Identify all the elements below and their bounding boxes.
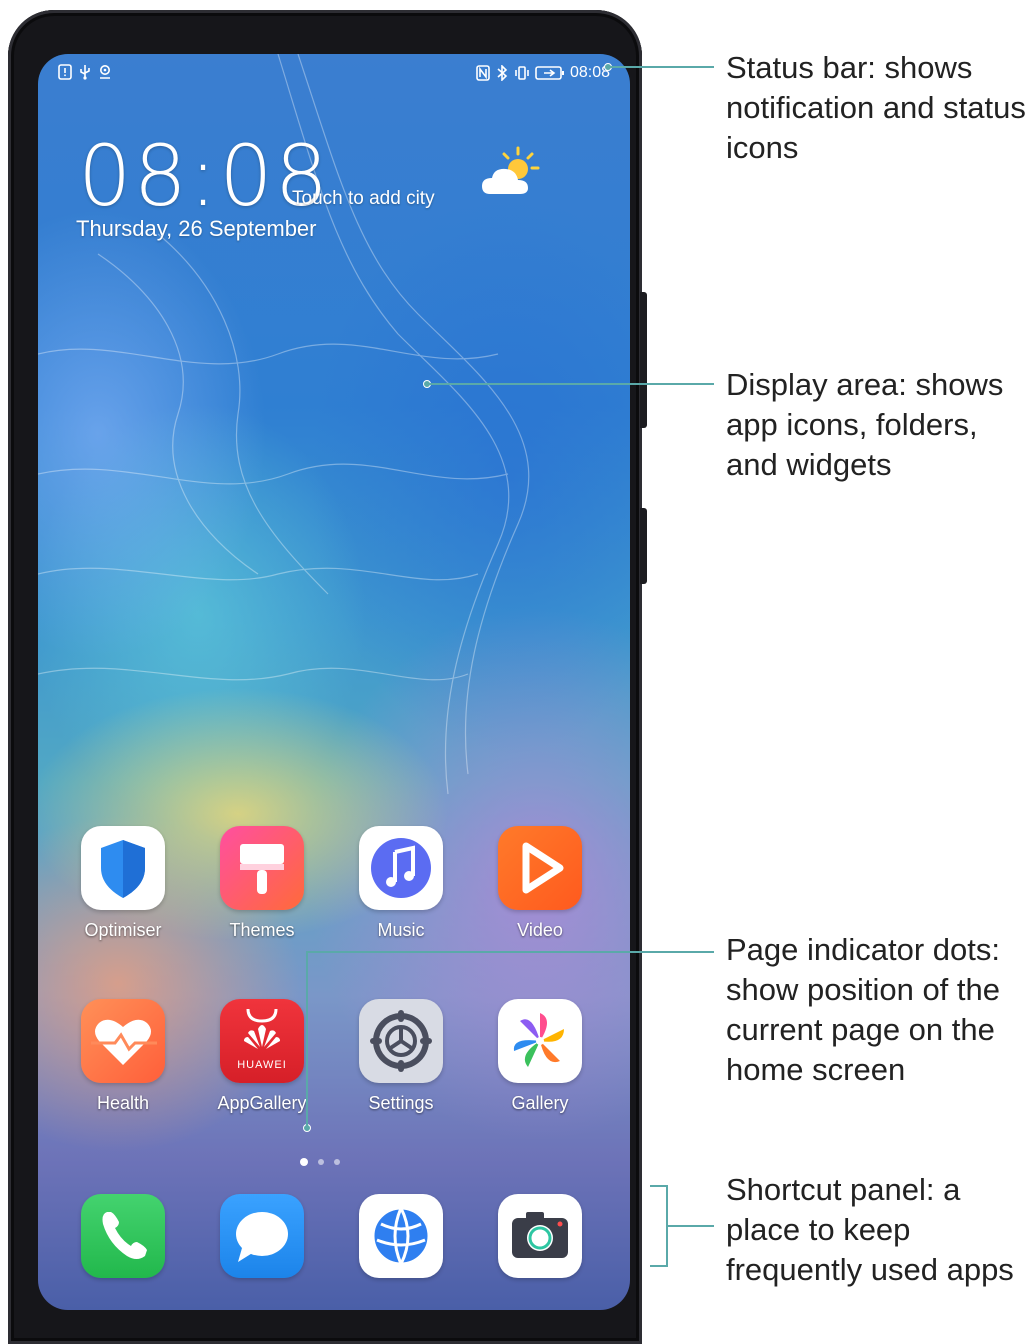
nfc-icon: [476, 65, 490, 81]
callout-display-area: Display area: shows app icons, folders, …: [726, 367, 1004, 482]
callout-line: [668, 1225, 714, 1227]
wallpaper-texture: [38, 54, 530, 795]
page-indicator[interactable]: [300, 1158, 340, 1166]
status-bar[interactable]: 08:08: [38, 54, 630, 98]
partly-sunny-icon[interactable]: [478, 144, 542, 204]
phone-icon: [81, 1194, 165, 1278]
bluetooth-icon: [497, 65, 508, 81]
location-icon: [100, 65, 110, 79]
gear-icon: [359, 999, 443, 1083]
vibrate-icon: [515, 66, 529, 80]
callout-bracket: [650, 1265, 668, 1267]
page-dot-active[interactable]: [300, 1158, 308, 1166]
app-label: AppGallery: [217, 1093, 307, 1113]
callout-line: [610, 66, 714, 68]
app-video[interactable]: Video: [480, 826, 600, 941]
callout-shortcut-panel: Shortcut panel: a place to keep frequent…: [726, 1172, 1014, 1287]
usb-icon: [80, 65, 90, 80]
app-gallery[interactable]: Gallery: [480, 999, 600, 1114]
home-screen: 08:08 08:08 Touch to add city Thursday, …: [38, 54, 630, 1310]
power-button: [640, 508, 647, 584]
app-music[interactable]: Music: [341, 826, 461, 941]
volume-button: [640, 292, 647, 428]
dock-browser[interactable]: [341, 1194, 461, 1278]
callout-line: [306, 951, 308, 1126]
dock-camera[interactable]: [480, 1194, 600, 1278]
app-label: Gallery: [511, 1093, 569, 1113]
app-label: Themes: [229, 920, 295, 940]
app-appgallery[interactable]: HUAWEI AppGallery: [202, 999, 322, 1114]
callout-line: [306, 951, 714, 953]
app-label: Music: [377, 920, 425, 940]
app-health[interactable]: Health: [63, 999, 183, 1114]
app-label: Settings: [368, 1093, 434, 1113]
shield-icon: [81, 826, 165, 910]
huawei-logo-icon: HUAWEI: [220, 999, 304, 1083]
app-themes[interactable]: Themes: [202, 826, 322, 941]
heart-icon: [81, 999, 165, 1083]
app-optimiser[interactable]: Optimiser: [63, 826, 183, 941]
phone-frame: 08:08 08:08 Touch to add city Thursday, …: [8, 10, 647, 1344]
music-note-icon: [359, 826, 443, 910]
pinwheel-icon: [498, 999, 582, 1083]
app-settings[interactable]: Settings: [341, 999, 461, 1114]
dock-phone[interactable]: [63, 1194, 183, 1278]
browser-icon: [359, 1194, 443, 1278]
page-dot[interactable]: [318, 1159, 324, 1165]
app-label: Optimiser: [84, 920, 162, 940]
callout-status-bar: Status bar: shows notification and statu…: [726, 50, 1026, 165]
page-dot[interactable]: [334, 1159, 340, 1165]
battery-icon: [535, 66, 564, 80]
callout-line: [429, 383, 714, 385]
callout-page-indicator: Page indicator dots: show position of th…: [726, 932, 1001, 1087]
alert-icon: [58, 64, 72, 80]
message-icon: [220, 1194, 304, 1278]
date-label: Thursday, 26 September: [76, 216, 317, 241]
play-icon: [498, 826, 582, 910]
dock-messages[interactable]: [202, 1194, 322, 1278]
app-label: Health: [96, 1093, 150, 1113]
app-label: Video: [517, 920, 563, 940]
camera-icon: [498, 1194, 582, 1278]
paintbrush-icon: [220, 826, 304, 910]
add-city-link[interactable]: Touch to add city: [292, 188, 435, 210]
appgallery-badge: HUAWEI: [237, 1059, 287, 1071]
